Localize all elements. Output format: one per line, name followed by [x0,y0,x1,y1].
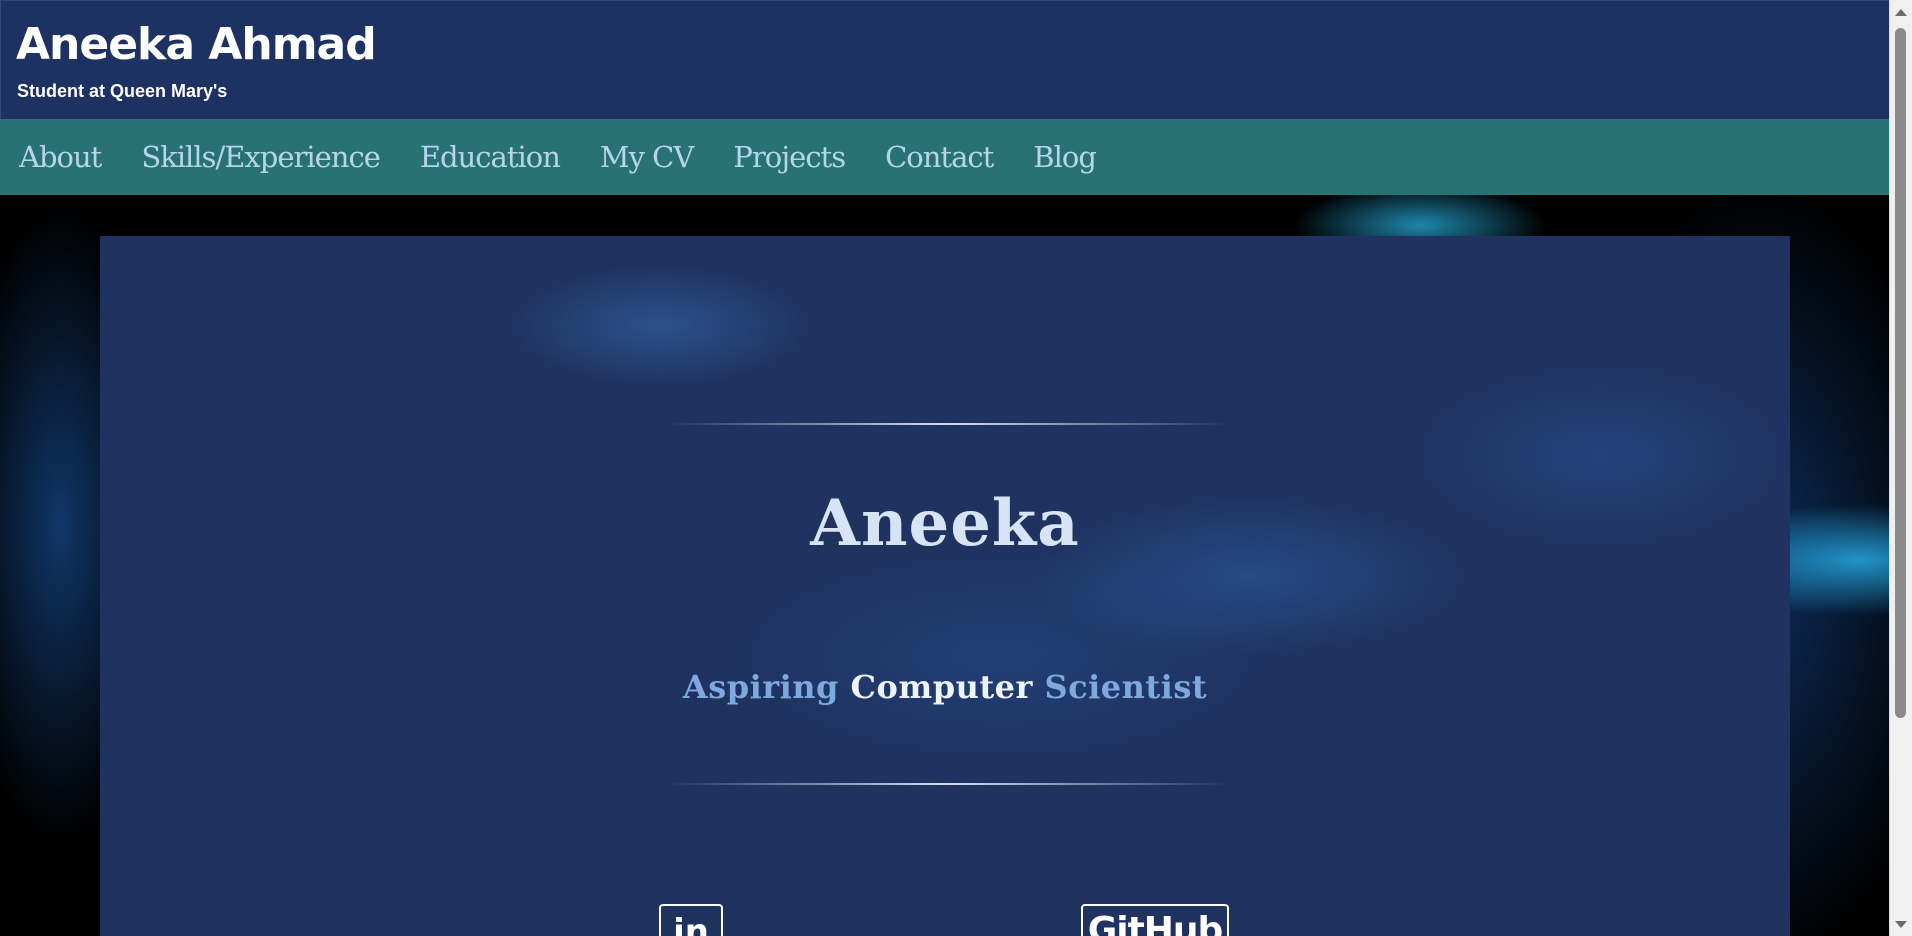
hero-tagline: Aspiring Computer Scientist [100,668,1790,706]
github-icon[interactable]: GitHub [1081,904,1229,936]
nav-item-contact[interactable]: Contact [885,140,994,174]
scrollbar-thumb[interactable] [1895,28,1906,718]
github-label: GitHub [1087,910,1224,936]
nav-item-skills-experience[interactable]: Skills/Experience [141,140,381,174]
scroll-up-arrow-icon[interactable] [1895,9,1907,16]
hero-name: Aneeka [810,486,1080,561]
nav-item-about[interactable]: About [19,140,102,174]
hero-section: Aneeka Aspiring Computer Scientist in Gi… [100,236,1790,936]
site-title[interactable]: Aneeka Ahmad [16,20,377,69]
scroll-down-arrow-icon[interactable] [1895,921,1907,928]
site-header: Aneeka Ahmad Student at Queen Mary's [0,0,1891,120]
nav-item-blog[interactable]: Blog [1033,140,1097,174]
page: Aneeka Ahmad Student at Queen Mary's Abo… [0,0,1912,936]
site-subtitle: Student at Queen Mary's [17,81,228,101]
tagline-word-aspiring: Aspiring [682,668,839,706]
nav-item-projects[interactable]: Projects [733,140,846,174]
vertical-scrollbar[interactable] [1889,0,1912,936]
main-nav: About Skills/Experience Education My CV … [0,119,1890,195]
linkedin-icon[interactable]: in [659,904,723,936]
nav-item-my-cv[interactable]: My CV [600,140,694,174]
nav-list: About Skills/Experience Education My CV … [0,119,1890,195]
tagline-word-computer: Computer [850,668,1033,706]
linkedin-label: in [673,912,709,936]
hero-divider-top [665,423,1230,425]
nav-item-education[interactable]: Education [420,140,561,174]
hero-divider-bottom [665,783,1230,785]
tagline-word-scientist: Scientist [1044,668,1208,706]
